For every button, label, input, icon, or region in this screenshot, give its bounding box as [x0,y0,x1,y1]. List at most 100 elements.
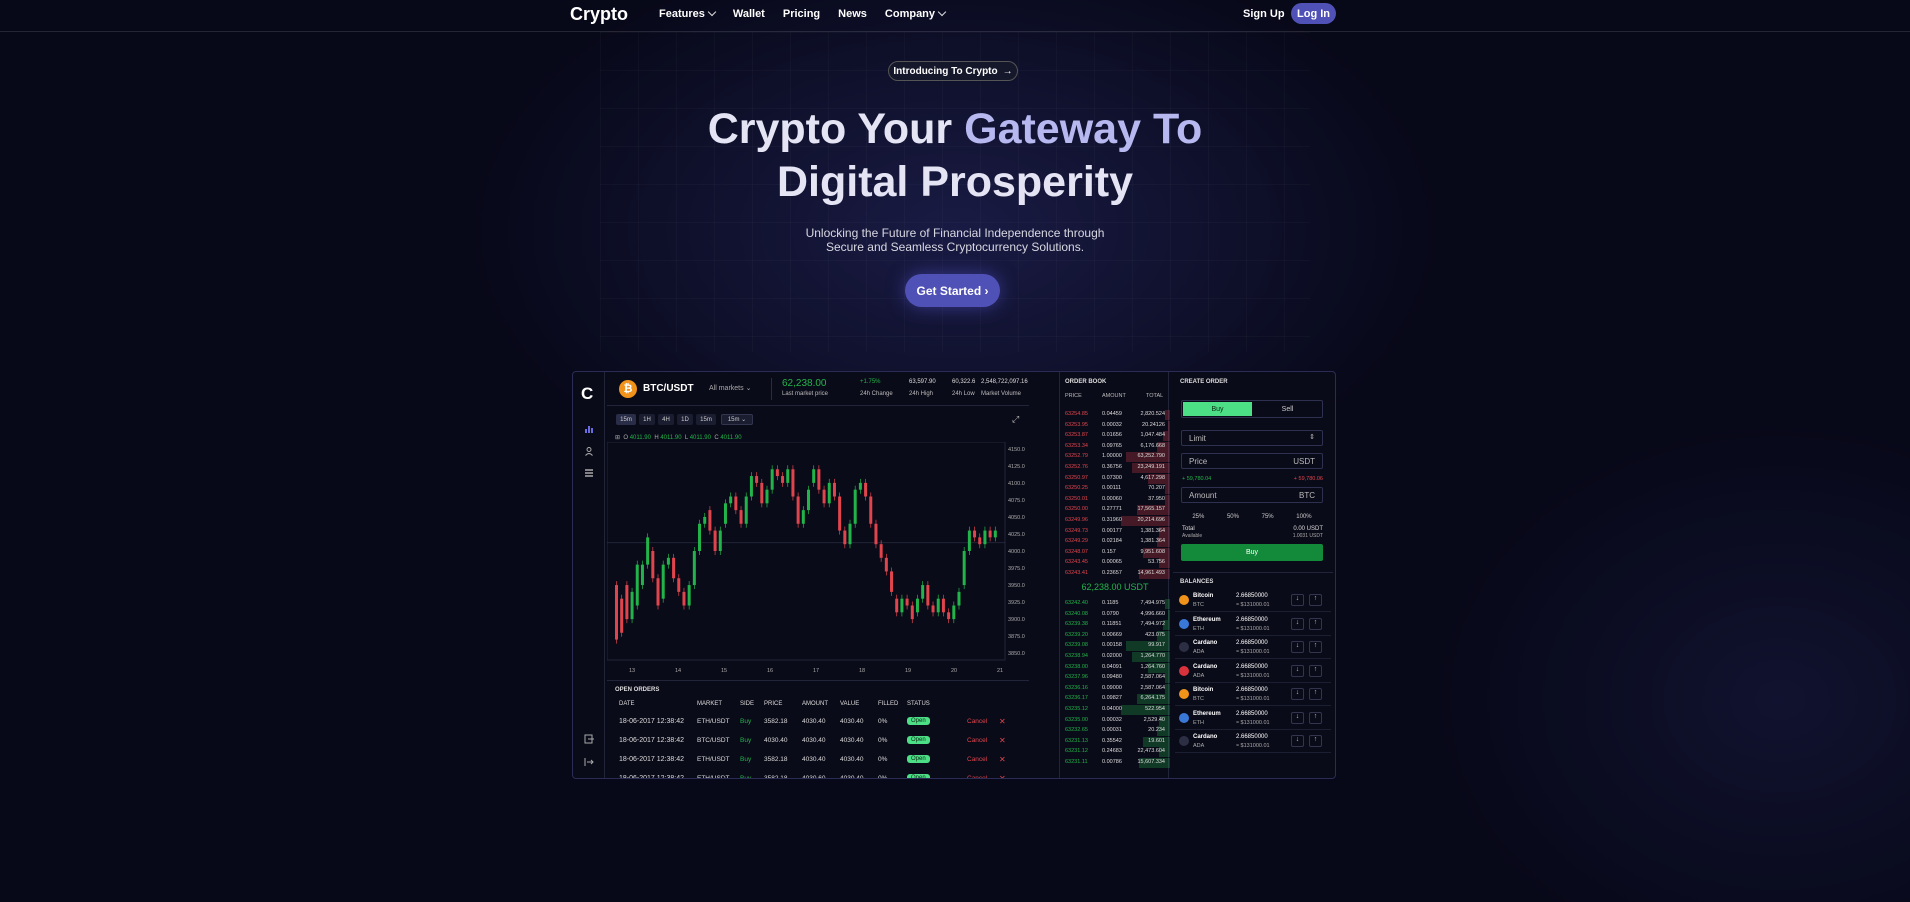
balance-row[interactable]: Cardano ADA 2.66850000 ≈ $131000.01 ↓ ↑ [1175,637,1331,659]
order-book-row[interactable]: 63237.96 0.09480 2,587.064 [1060,673,1170,684]
balance-row[interactable]: Cardano ADA 2.66850000 ≈ $131000.01 ↓ ↑ [1175,731,1331,753]
menu-wallet[interactable]: Wallet [733,8,765,20]
sidebar-logo[interactable]: C [581,384,593,404]
logo[interactable]: Crypto [570,4,628,25]
close-icon[interactable]: ✕ [999,717,1006,726]
order-book-row[interactable]: 63231.11 0.00786 15,607.334 [1060,758,1170,768]
order-book-row[interactable]: 63252.79 1.00000 63,252.790 [1060,452,1170,463]
withdraw-icon[interactable]: ↑ [1309,617,1322,630]
order-book-row[interactable]: 63250.25 0.00111 70.207 [1060,484,1170,495]
withdraw-icon[interactable]: ↑ [1309,735,1322,747]
order-book-row[interactable]: 63238.00 0.04091 1,264.760 [1060,662,1170,673]
pct-100[interactable]: 100% [1296,514,1311,520]
pct-50[interactable]: 50% [1227,514,1239,520]
order-book-row[interactable]: 63236.16 0.09000 2,587.064 [1060,683,1170,694]
balance-row[interactable]: Bitcoin BTC 2.66850000 ≈ $131000.01 ↓ ↑ [1175,590,1331,612]
user-icon[interactable] [584,446,594,456]
order-book-row[interactable]: 63239.38 0.11851 7,494.972 [1060,620,1170,631]
candlestick-chart[interactable]: 4150.0 4125.0 4100.0 4075.0 4050.0 4025.0 4000… [607,442,1029,678]
order-book-row[interactable]: 63239.20 0.00669 423.075 [1060,630,1170,641]
export-icon[interactable] [584,734,594,744]
amount-input[interactable]: Amount BTC [1181,487,1323,503]
cancel-order-link[interactable]: Cancel [967,718,987,725]
tf-1d[interactable]: 1D [677,414,693,425]
order-book-row[interactable]: 63235.12 0.04000 522.954 [1060,705,1170,715]
menu-features[interactable]: Features [659,7,717,20]
tf-15m[interactable]: 15m [616,414,636,425]
order-book-row[interactable]: 63248.07 0.157 9,951.608 [1060,547,1170,558]
cancel-order-link[interactable]: Cancel [967,737,987,744]
expand-icon[interactable]: ⤢ [1012,414,1019,425]
withdraw-icon[interactable]: ↑ [1309,641,1322,653]
withdraw-icon[interactable]: ↑ [1309,664,1322,677]
balance-row[interactable]: Cardano ADA 2.66850000 ≈ $131000.01 ↓ ↑ [1175,661,1331,683]
pct-75[interactable]: 75% [1262,514,1274,520]
open-order-row[interactable]: 18-06-2017 12:38:42 ETH/USDT Buy 3582.18 403… [607,716,1029,730]
order-book-row[interactable]: 63238.94 0.02000 1,264.770 [1060,652,1170,662]
order-book-row[interactable]: 63240.08 0.0790 4,996.660 [1060,609,1170,620]
pct-25[interactable]: 25% [1192,514,1204,520]
balance-row[interactable]: Ethereum ETH 2.66850000 ≈ $131000.01 ↓ ↑ [1175,708,1331,730]
open-order-row[interactable]: 18-06-2017 12:38:42 ETH/USDT Buy 3582.18 403… [607,754,1029,768]
deposit-icon[interactable]: ↓ [1291,641,1304,653]
order-book-row[interactable]: 63239.08 0.00158 99.917 [1060,641,1170,652]
deposit-icon[interactable]: ↓ [1291,594,1304,606]
order-book-row[interactable]: 63236.17 0.09827 6,264.175 [1060,694,1170,705]
order-book-row[interactable]: 63250.97 0.07300 4,617.298 [1060,473,1170,484]
logout-icon[interactable] [584,757,594,767]
order-book-row[interactable]: 63242.40 0.1185 7,494.975 [1060,599,1170,609]
open-order-row[interactable]: 18-06-2017 12:38:42 BTC/USDT Buy 4030.40 403… [607,735,1029,749]
close-icon[interactable]: ✕ [999,774,1006,778]
timeframe-select[interactable]: 15m ⌄ [721,414,753,425]
menu-pricing[interactable]: Pricing [783,8,820,20]
sell-tab[interactable]: Sell [1253,402,1322,416]
order-book-row[interactable]: 63253.87 0.01656 1,047.484 [1060,431,1170,442]
cancel-order-link[interactable]: Cancel [967,756,987,763]
intro-badge[interactable]: Introducing To Crypto → [888,61,1018,81]
deposit-icon[interactable]: ↓ [1291,735,1304,747]
order-book-row[interactable]: 63250.00 0.27771 17,565.157 [1060,505,1170,516]
order-book-row[interactable]: 63250.01 0.00060 37.950 [1060,494,1170,505]
order-book-row[interactable]: 63253.34 0.09765 6,176.668 [1060,441,1170,452]
close-icon[interactable]: ✕ [999,736,1006,745]
withdraw-icon[interactable]: ↑ [1309,711,1322,724]
deposit-icon[interactable]: ↓ [1291,617,1304,630]
tf-4h[interactable]: 4H [658,414,674,425]
balance-row[interactable]: Ethereum ETH 2.66850000 ≈ $131000.01 ↓ ↑ [1175,614,1331,636]
order-book-row[interactable]: 63235.00 0.00032 2,529.40 [1060,715,1170,726]
price-input[interactable]: Price USDT [1181,453,1323,469]
deposit-icon[interactable]: ↓ [1291,688,1304,700]
order-book-row[interactable]: 63254.85 0.04459 2,820.524 [1060,410,1170,420]
chart-icon[interactable] [584,424,594,434]
order-book-row[interactable]: 63249.73 0.00177 1,381.364 [1060,526,1170,537]
tf-1h[interactable]: 1H [639,414,655,425]
order-book-row[interactable]: 63253.95 0.00032 20.24126 [1060,420,1170,431]
tf-15m-alt[interactable]: 15m [696,414,716,425]
order-book-row[interactable]: 63243.45 0.00065 53.756 [1060,558,1170,569]
login-button[interactable]: Log In [1291,3,1336,24]
order-book-row[interactable]: 63232.65 0.00031 20.234 [1060,726,1170,737]
order-book-row[interactable]: 63249.96 0.31960 20,214.696 [1060,516,1170,526]
order-type-select[interactable]: Limit ⇕ [1181,430,1323,446]
get-started-button[interactable]: Get Started › [905,274,1000,307]
order-book-row[interactable]: 63252.76 0.36756 23,249.191 [1060,463,1170,473]
balance-row[interactable]: Bitcoin BTC 2.66850000 ≈ $131000.01 ↓ ↑ [1175,684,1331,706]
crosshair-icon[interactable]: ⊞ [615,435,620,441]
deposit-icon[interactable]: ↓ [1291,664,1304,677]
order-book-row[interactable]: 63231.13 0.35542 19.601 [1060,736,1170,747]
menu-company[interactable]: Company [885,7,947,20]
signup-link[interactable]: Sign Up [1243,8,1285,20]
submit-buy-button[interactable]: Buy [1181,544,1323,561]
close-icon[interactable]: ✕ [999,755,1006,764]
order-book-row[interactable]: 63243.41 0.23657 14,961.493 [1060,569,1170,579]
order-book-row[interactable]: 63231.12 0.24683 22,473.604 [1060,747,1170,758]
buy-tab[interactable]: Buy [1183,402,1252,416]
list-icon[interactable] [584,468,594,478]
menu-news[interactable]: News [838,8,867,20]
cancel-order-link[interactable]: Cancel [967,775,987,778]
withdraw-icon[interactable]: ↑ [1309,688,1322,700]
markets-dropdown[interactable]: All markets ⌄ [709,384,751,392]
order-book-row[interactable]: 63249.29 0.02184 1,381.364 [1060,537,1170,548]
deposit-icon[interactable]: ↓ [1291,711,1304,724]
open-order-row[interactable]: 18-06-2017 12:38:42 ETH/USDT Buy 3582.18 403… [607,773,1029,778]
